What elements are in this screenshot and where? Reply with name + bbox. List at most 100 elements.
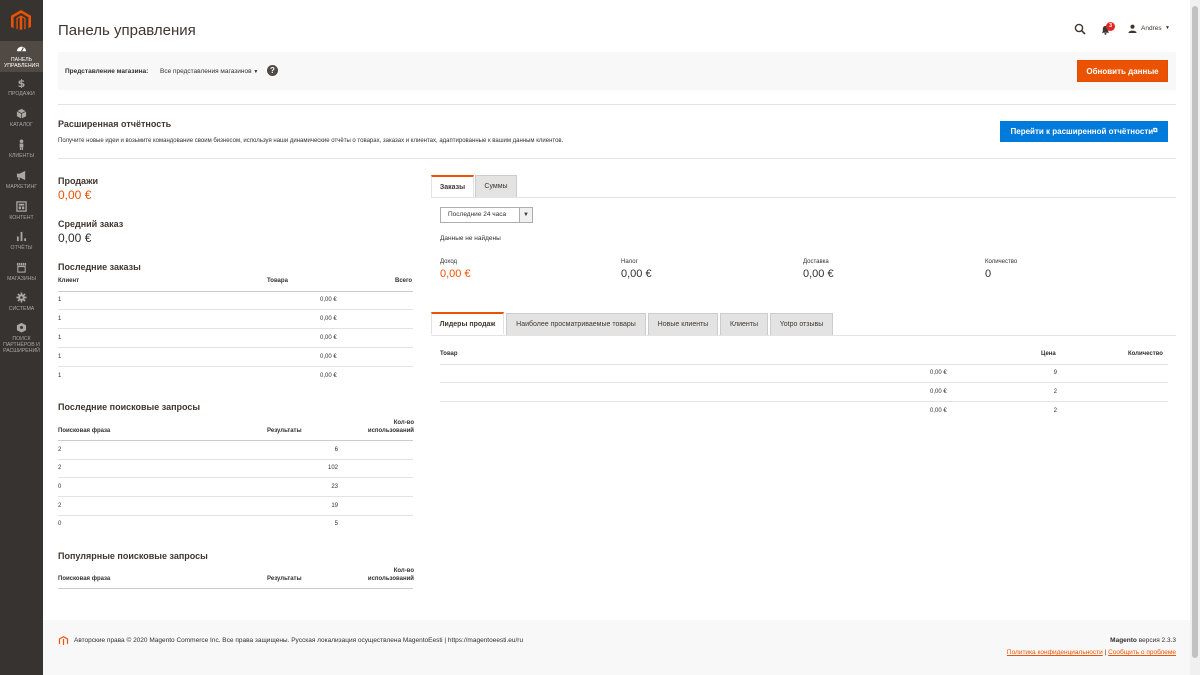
row-divider — [58, 515, 413, 516]
column-header: Всего — [395, 278, 413, 284]
tab-yotpo-reviews[interactable]: Yotpo отзывы — [770, 313, 833, 335]
sidebar-item-content[interactable]: КОНТЕНТ — [0, 199, 43, 229]
dollar-icon: $ — [0, 77, 43, 91]
sidebar-item-label: ПРОДАЖИ — [8, 91, 35, 97]
quantity-cell: 2 — [1053, 389, 1057, 395]
tab-most-viewed-products[interactable]: Наиболее просматриваемые товары — [506, 313, 646, 335]
store-switcher-value: Все представления магазинов — [160, 68, 252, 75]
magento-logo-icon[interactable] — [9, 9, 33, 33]
sidebar-item-catalog[interactable]: КАТАЛОГ — [0, 106, 43, 136]
notifications-button[interactable]: 3 — [1101, 22, 1117, 37]
sidebar-item-partners[interactable]: ПОИСК ПАРТНЁРОВ И РАСШИРЕНИЙ — [0, 320, 43, 358]
sales-value: 0,00 € — [58, 188, 92, 202]
sidebar-item-label: МАРКЕТИНГ — [5, 184, 38, 190]
caret-down-icon: ▼ — [519, 208, 532, 222]
row-divider — [440, 401, 1168, 402]
tab-customers[interactable]: Клиенты — [720, 313, 768, 335]
results-cell: 102 — [327, 465, 338, 471]
column-header: Поисковая фраза — [58, 576, 111, 582]
sidebar-item-label: СИСТЕМА — [8, 306, 35, 312]
column-header: Клиент — [58, 278, 80, 284]
total-cell: 0,00 € — [320, 373, 337, 379]
main-content: Панель управления 3 Andres ▼ Представлен… — [43, 0, 1190, 675]
sidebar-item-system[interactable]: СИСТЕМА — [0, 290, 43, 320]
price-cell: 0,00 € — [930, 389, 947, 395]
svg-text:$: $ — [18, 77, 26, 88]
vertical-scrollbar[interactable] — [1190, 0, 1200, 675]
tax-label: Налог — [621, 259, 638, 265]
column-header: Товара — [267, 278, 288, 284]
dashboard-icon — [0, 43, 43, 57]
sidebar-item-sales[interactable]: $ ПРОДАЖИ — [0, 75, 43, 105]
go-to-advanced-reporting-button[interactable]: Перейти к расширенной отчётности⧉ — [1000, 121, 1168, 142]
quantity-value: 0 — [985, 268, 992, 280]
tab-new-customers[interactable]: Новые клиенты — [648, 313, 718, 335]
tab-orders[interactable]: Заказы — [431, 175, 474, 197]
puzzle-icon — [0, 322, 43, 336]
admin-sidebar: ПАНЕЛЬ УПРАВЛЕНИЯ $ ПРОДАЖИ КАТАЛОГ КЛИЕ… — [0, 0, 43, 675]
tab-bestsellers[interactable]: Лидеры продаж — [431, 312, 504, 334]
search-term-cell: 0 — [58, 484, 62, 490]
column-header: Поисковая фраза — [58, 428, 111, 434]
layout-icon — [0, 201, 43, 215]
tab-amounts[interactable]: Суммы — [475, 175, 517, 197]
row-divider — [58, 347, 413, 348]
megaphone-icon — [0, 170, 43, 184]
price-cell: 0,00 € — [930, 370, 947, 376]
divider — [58, 158, 1176, 159]
scrollbar-thumb[interactable] — [1192, 6, 1198, 658]
average-order-label: Средний заказ — [58, 219, 124, 229]
last-orders-title: Последние заказы — [58, 262, 141, 272]
advanced-reporting-button-label: Перейти к расширенной отчётности — [1010, 127, 1154, 136]
sidebar-item-reports[interactable]: ОТЧЁТЫ — [0, 229, 43, 259]
results-cell: 23 — [331, 484, 338, 490]
store-switcher-dropdown[interactable]: Все представления магазинов ▼ — [160, 68, 258, 75]
sidebar-item-customers[interactable]: КЛИЕНТЫ — [0, 137, 43, 167]
row-divider — [58, 328, 413, 329]
customer-cell: 1 — [58, 373, 62, 379]
divider — [58, 104, 1176, 105]
box-icon — [0, 108, 43, 122]
external-link-icon: ⧉ — [1153, 128, 1158, 134]
quantity-label: Количество — [985, 259, 1018, 265]
customer-cell: 1 — [58, 354, 62, 360]
caret-down-icon: ▼ — [253, 69, 259, 75]
row-divider — [58, 496, 413, 497]
user-name: Andres — [1141, 25, 1162, 32]
column-header: Количество — [1128, 351, 1163, 357]
sidebar-item-dashboard[interactable]: ПАНЕЛЬ УПРАВЛЕНИЯ — [0, 41, 43, 72]
search-icon[interactable] — [1074, 23, 1086, 35]
magento-logo-icon — [58, 635, 69, 646]
version-info: Magento версия 2.3.3 — [1110, 637, 1176, 644]
gear-icon — [0, 292, 43, 306]
help-icon[interactable]: ? — [267, 65, 278, 76]
results-cell: 5 — [334, 521, 338, 527]
revenue-value: 0,00 € — [440, 268, 471, 280]
search-term-cell: 0 — [58, 521, 62, 527]
shipping-value: 0,00 € — [803, 268, 834, 280]
footer-links: Политика конфиденциальности | Сообщить о… — [1007, 649, 1176, 656]
search-term-cell: 2 — [58, 503, 62, 509]
period-value: Последние 24 часа — [448, 211, 507, 218]
search-term-cell: 2 — [58, 465, 62, 471]
user-icon — [1128, 24, 1137, 33]
tabs-divider — [431, 335, 1176, 336]
period-select[interactable]: Последние 24 часа ▼ — [440, 207, 533, 223]
report-issue-link[interactable]: Сообщить о проблеме — [1108, 649, 1176, 656]
sidebar-item-stores[interactable]: МАГАЗИНЫ — [0, 260, 43, 290]
table-header-divider — [58, 440, 413, 441]
search-term-cell: 2 — [58, 447, 62, 453]
column-header: Кол-во использований — [367, 568, 414, 582]
bar-chart-icon — [0, 231, 43, 245]
page-title: Панель управления — [58, 22, 196, 39]
privacy-policy-link[interactable]: Политика конфиденциальности — [1007, 649, 1103, 656]
sidebar-item-label: ОТЧЁТЫ — [10, 245, 33, 251]
refresh-statistics-button[interactable]: Обновить данные — [1077, 60, 1168, 82]
store-switcher-label: Представление магазина: — [65, 68, 149, 75]
shipping-label: Доставка — [803, 259, 829, 265]
chevron-down-icon: ▼ — [1165, 25, 1170, 31]
total-cell: 0,00 € — [320, 297, 337, 303]
sidebar-item-marketing[interactable]: МАРКЕТИНГ — [0, 168, 43, 198]
store-switcher-bar: Представление магазина: Все представлени… — [58, 52, 1176, 90]
customer-cell: 1 — [58, 335, 62, 341]
